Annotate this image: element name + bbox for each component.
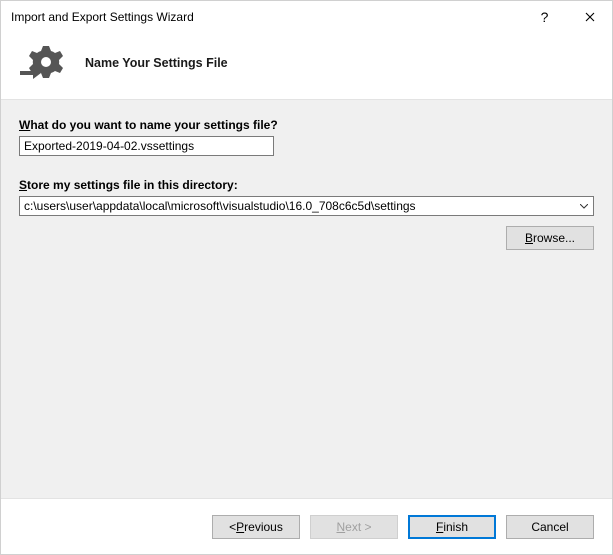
filename-row: What do you want to name your settings f… xyxy=(19,118,594,156)
wizard-content: What do you want to name your settings f… xyxy=(1,99,612,499)
directory-value: c:\users\user\appdata\local\microsoft\vi… xyxy=(20,199,575,213)
filename-input[interactable] xyxy=(19,136,274,156)
help-button[interactable]: ? xyxy=(522,1,567,33)
finish-button[interactable]: Finish xyxy=(408,515,496,539)
wizard-footer: < Previous Next > Finish Cancel xyxy=(1,499,612,554)
cancel-button[interactable]: Cancel xyxy=(506,515,594,539)
wizard-header: Name Your Settings File xyxy=(1,33,612,99)
browse-row: Browse... xyxy=(19,226,594,250)
page-title: Name Your Settings File xyxy=(85,56,228,70)
window-title: Import and Export Settings Wizard xyxy=(11,10,522,24)
close-icon xyxy=(585,12,595,22)
help-icon: ? xyxy=(541,9,549,25)
previous-button[interactable]: < Previous xyxy=(212,515,300,539)
directory-label: Store my settings file in this directory… xyxy=(19,178,594,192)
next-button: Next > xyxy=(310,515,398,539)
wizard-window: Import and Export Settings Wizard ? Name… xyxy=(0,0,613,555)
titlebar-controls: ? xyxy=(522,1,612,33)
directory-combobox[interactable]: c:\users\user\appdata\local\microsoft\vi… xyxy=(19,196,594,216)
browse-button[interactable]: Browse... xyxy=(506,226,594,250)
directory-row: Store my settings file in this directory… xyxy=(19,178,594,250)
gear-arrow-icon xyxy=(19,43,69,83)
close-button[interactable] xyxy=(567,1,612,33)
titlebar: Import and Export Settings Wizard ? xyxy=(1,1,612,33)
chevron-down-icon xyxy=(575,204,593,209)
filename-label: What do you want to name your settings f… xyxy=(19,118,594,132)
